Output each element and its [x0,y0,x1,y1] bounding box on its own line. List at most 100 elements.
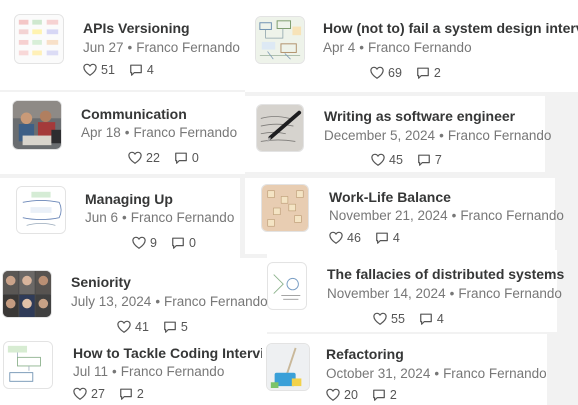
like-button[interactable]: 69 [370,66,402,80]
comment-button[interactable]: 0 [174,151,199,165]
like-count: 41 [135,320,149,334]
post-thumbnail[interactable] [16,186,66,234]
post-author[interactable]: Franco Fernando [121,364,225,379]
post-card[interactable]: Seniority July 13, 2024 • Franco Fernando … [0,258,268,338]
post-thumbnail[interactable] [261,184,309,232]
like-button[interactable]: 27 [73,387,105,401]
scrabble-tiles-thumbnail [262,185,308,231]
post-stats: 69 2 [370,66,441,80]
post-thumbnail[interactable] [14,14,64,64]
post-meta: December 5, 2024 • Franco Fernando [324,128,552,143]
post-stats: 20 2 [326,388,397,402]
post-title[interactable]: How to Tackle Coding Interviews [73,345,291,362]
post-meta: Jul 11 • Franco Fernando [73,364,225,379]
like-button[interactable]: 22 [128,151,160,165]
heart-icon [128,151,142,164]
post-date: November 14, 2024 [327,286,446,301]
like-count: 22 [146,151,160,165]
like-button[interactable]: 41 [117,320,149,334]
comment-count: 4 [392,231,400,245]
post-author[interactable]: Franco Fernando [458,286,562,301]
post-thumbnail[interactable] [3,341,53,389]
post-thumbnail[interactable] [267,262,307,310]
comment-icon [373,389,385,401]
post-card[interactable]: Refactoring October 31, 2024 • Franco Fern… [262,334,547,405]
post-thumbnail[interactable] [266,343,310,391]
post-date: December 5, 2024 [324,128,436,143]
post-title[interactable]: Work-Life Balance [329,189,451,206]
post-card[interactable]: Managing Up Jun 6 • Franco Fernando 9 0 [0,178,240,258]
comment-count: 4 [146,63,154,77]
post-card[interactable]: Writing as software engineer December 5,… [245,96,551,172]
post-author[interactable]: Franco Fernando [460,208,564,223]
post-author[interactable]: Franco Fernando [136,40,240,55]
like-button[interactable]: 20 [326,388,358,402]
post-meta: Apr 18 • Franco Fernando [81,125,238,140]
comment-icon [420,313,432,325]
post-date: July 13, 2024 [71,294,152,309]
post-author[interactable]: Franco Fernando [448,128,552,143]
like-button[interactable]: 45 [371,153,403,167]
comment-icon [376,232,388,244]
post-author[interactable]: Franco Fernando [368,40,472,55]
like-button[interactable]: 46 [329,231,361,245]
heart-icon [83,63,97,76]
post-author[interactable]: Franco Fernando [443,366,547,381]
comment-button[interactable]: 4 [375,231,400,245]
comment-button[interactable]: 4 [129,63,154,77]
comment-count: 7 [434,153,442,167]
comment-button[interactable]: 2 [119,387,144,401]
post-title[interactable]: Communication [81,106,187,123]
like-count: 46 [347,231,361,245]
post-author[interactable]: Franco Fernando [131,210,235,225]
post-author[interactable]: Franco Fernando [164,294,268,309]
post-meta: November 21, 2024 • Franco Fernando [329,208,564,223]
comment-count: 2 [389,388,397,402]
comment-button[interactable]: 2 [416,66,441,80]
post-card[interactable]: Work-Life Balance November 21, 2024 • Fran… [245,178,564,254]
comment-icon [130,64,142,76]
post-card[interactable]: How (not to) fail a system design interv… [245,0,578,92]
post-title[interactable]: The fallacies of distributed systems [327,266,564,283]
post-card[interactable]: Communication Apr 18 • Franco Fernando 22 … [0,92,245,174]
post-thumbnail[interactable] [2,270,52,318]
post-date: Apr 4 [323,40,356,55]
like-count: 27 [91,387,105,401]
comment-button[interactable]: 2 [372,388,397,402]
post-stats: 27 2 [73,387,144,401]
comment-count: 0 [188,236,196,250]
post-title[interactable]: APIs Versioning [83,20,190,37]
post-meta: Apr 4 • Franco Fernando [323,40,472,55]
team-meeting-photo-thumbnail [13,101,61,149]
post-stats: 46 4 [329,231,400,245]
like-count: 51 [101,63,115,77]
post-title[interactable]: Managing Up [85,191,173,208]
post-date: Jun 6 [85,210,119,225]
like-count: 55 [391,312,405,326]
post-card[interactable]: The fallacies of distributed systems Nov… [267,250,564,332]
post-stats: 51 4 [83,63,154,77]
post-author[interactable]: Franco Fernando [134,125,238,140]
post-date: November 21, 2024 [329,208,448,223]
comment-button[interactable]: 7 [417,153,442,167]
post-date: October 31, 2024 [326,366,431,381]
post-title[interactable]: Writing as software engineer [324,108,515,125]
post-card[interactable]: How to Tackle Coding Interviews Jul 11 • F… [0,338,291,405]
coding-interview-flowchart-thumbnail [4,342,52,388]
post-thumbnail[interactable] [256,104,304,152]
post-thumbnail[interactable] [12,100,62,150]
like-button[interactable]: 9 [132,236,157,250]
comment-button[interactable]: 5 [163,320,188,334]
comment-button[interactable]: 4 [419,312,444,326]
system-design-whiteboard-thumbnail [256,17,304,63]
post-title[interactable]: Seniority [71,274,131,291]
post-title[interactable]: How (not to) fail a system design interv… [323,20,578,37]
distributed-systems-sketch-thumbnail [268,263,306,309]
post-title[interactable]: Refactoring [326,346,404,363]
post-thumbnail[interactable] [255,16,305,64]
like-button[interactable]: 55 [373,312,405,326]
post-stats: 9 0 [132,236,196,250]
comment-button[interactable]: 0 [171,236,196,250]
like-button[interactable]: 51 [83,63,115,77]
post-card[interactable]: APIs Versioning Jun 27 • Franco Fernando 5… [0,0,245,90]
